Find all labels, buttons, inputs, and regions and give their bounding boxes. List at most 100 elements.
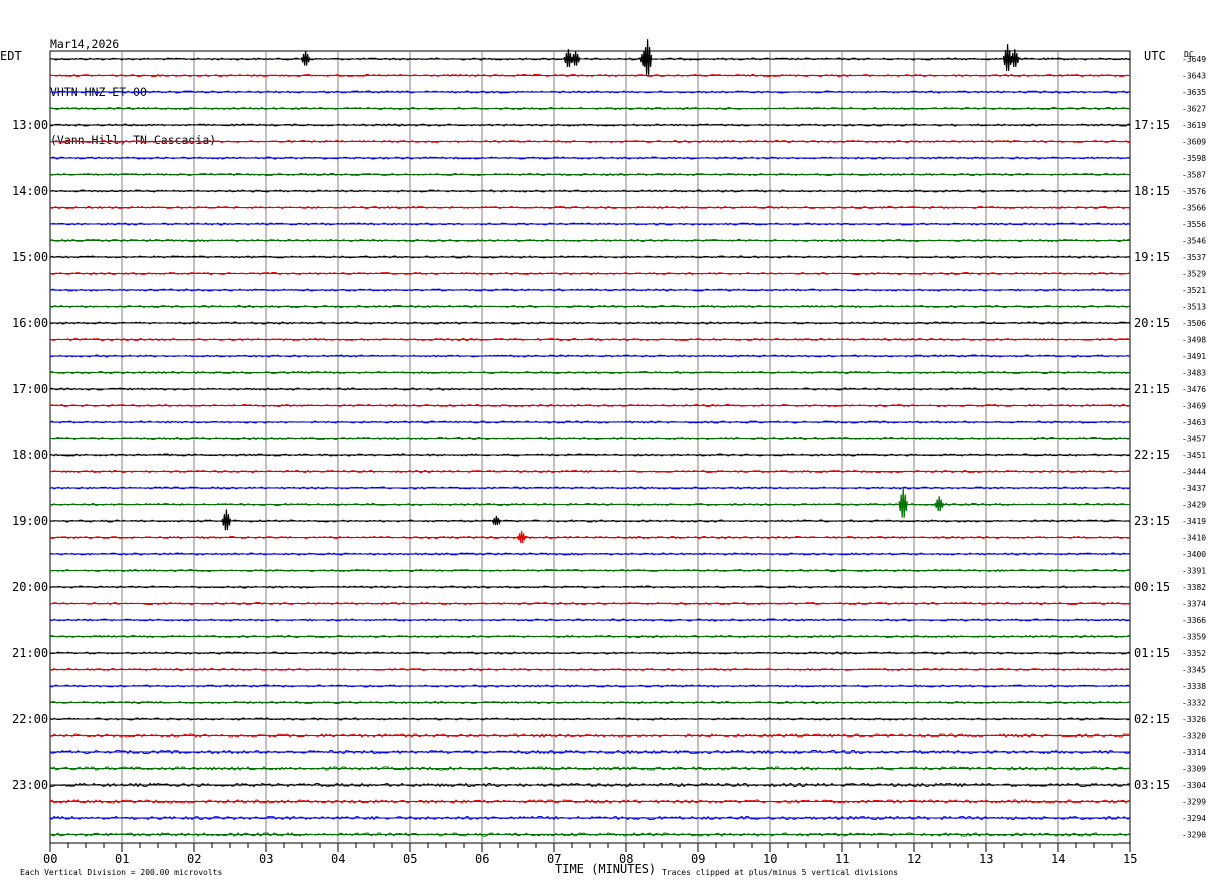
label-layer: 00 01 02 03 04 05 06 07 08 09 10 11 12 13 14 15-3649-36… (12, 55, 1206, 866)
seismic-event (934, 496, 944, 512)
dc-offset-label: -3627 (1182, 105, 1206, 114)
right-hour-label: 19:15 (1134, 250, 1170, 264)
helicorder-plot: 00 01 02 03 04 05 06 07 08 09 10 11 12 13 14 15-3649-36… (0, 39, 1206, 877)
dc-offset-label: -3374 (1182, 600, 1206, 609)
dc-offset-label: -3290 (1182, 831, 1206, 840)
dc-offset-label: -3410 (1182, 534, 1206, 543)
left-hour-label: 16:00 (12, 316, 48, 330)
dc-offset-label: -3546 (1182, 237, 1206, 246)
seismic-event (571, 50, 581, 66)
dc-offset-label: -3463 (1182, 418, 1206, 427)
dc-offset-label: -3483 (1182, 369, 1206, 378)
dc-offset-label: -3391 (1182, 567, 1206, 576)
dc-offset-label: -3498 (1182, 336, 1206, 345)
seismic-event (301, 50, 311, 66)
dc-label: DC (1184, 50, 1194, 59)
plot-frame (49, 50, 1131, 844)
seismic-trace (49, 255, 1131, 259)
dc-offset-label: -3320 (1182, 732, 1206, 741)
right-hour-label: 01:15 (1134, 646, 1170, 660)
seismic-trace (49, 535, 1131, 540)
x-tick-label: 06 (475, 852, 489, 866)
seismic-event (491, 515, 501, 526)
right-hour-label: 18:15 (1134, 184, 1170, 198)
dc-offset-label: -3444 (1182, 468, 1206, 477)
dc-offset-label: -3576 (1182, 187, 1206, 196)
left-hour-label: 20:00 (12, 580, 48, 594)
left-hour-label: 15:00 (12, 250, 48, 264)
dc-offset-label: -3556 (1182, 220, 1206, 229)
dc-offset-label: -3299 (1182, 798, 1206, 807)
dc-offset-label: -3635 (1182, 88, 1206, 97)
left-hour-label: 13:00 (12, 118, 48, 132)
dc-offset-label: -3537 (1182, 253, 1206, 262)
x-axis-title: TIME (MINUTES) (555, 862, 656, 876)
x-tick-label: 13 (979, 852, 993, 866)
seismic-trace (49, 73, 1131, 78)
dc-offset-label: -3529 (1182, 270, 1206, 279)
x-tick-label: 02 (187, 852, 201, 866)
dc-offset-label: -3326 (1182, 715, 1206, 724)
seismic-event (1010, 49, 1020, 67)
right-hour-label: 21:15 (1134, 382, 1170, 396)
scale-note: Each Vertical Division = 200.00 microvol… (20, 868, 222, 877)
dc-offset-label: -3587 (1182, 171, 1206, 180)
x-tick-label: 11 (835, 852, 849, 866)
dc-offset-label: -3352 (1182, 649, 1206, 658)
grid-layer (49, 50, 1131, 852)
dc-offset-label: -3429 (1182, 501, 1206, 510)
dc-offset-label: -3643 (1182, 72, 1206, 81)
dc-offset-label: -3491 (1182, 352, 1206, 361)
right-timezone-label: UTC (1144, 49, 1166, 63)
x-tick-label: 05 (403, 852, 417, 866)
dc-offset-label: -3400 (1182, 550, 1206, 559)
x-tick-label: 15 (1123, 852, 1137, 866)
right-hour-label: 02:15 (1134, 712, 1170, 726)
dc-offset-label: -3609 (1182, 138, 1206, 147)
left-hour-label: 19:00 (12, 514, 48, 528)
dc-offset-label: -3513 (1182, 303, 1206, 312)
dc-offset-label: -3457 (1182, 435, 1206, 444)
dc-offset-label: -3619 (1182, 121, 1206, 130)
left-hour-label: 22:00 (12, 712, 48, 726)
dc-offset-label: -3566 (1182, 204, 1206, 213)
x-tick-label: 12 (907, 852, 921, 866)
dc-offset-label: -3304 (1182, 781, 1206, 790)
right-hour-label: 17:15 (1134, 118, 1170, 132)
right-hour-label: 00:15 (1134, 580, 1170, 594)
dc-offset-label: -3359 (1182, 633, 1206, 642)
seismic-trace (49, 552, 1131, 556)
right-hour-label: 20:15 (1134, 316, 1170, 330)
right-hour-label: 22:15 (1134, 448, 1170, 462)
dc-offset-label: -3314 (1182, 748, 1206, 757)
seismic-event (517, 530, 527, 543)
dc-offset-label: -3366 (1182, 616, 1206, 625)
dc-offset-label: -3469 (1182, 402, 1206, 411)
trace-layer (49, 39, 1131, 837)
left-hour-label: 17:00 (12, 382, 48, 396)
dc-offset-label: -3476 (1182, 385, 1206, 394)
x-tick-label: 10 (763, 852, 777, 866)
dc-offset-label: -3598 (1182, 154, 1206, 163)
seismic-event (643, 39, 653, 75)
left-hour-label: 18:00 (12, 448, 48, 462)
dc-offset-label: -3294 (1182, 814, 1206, 823)
dc-offset-label: -3437 (1182, 484, 1206, 493)
dc-offset-label: -3419 (1182, 517, 1206, 526)
seismic-event (898, 487, 908, 518)
dc-offset-label: -3521 (1182, 286, 1206, 295)
clip-note: Traces clipped at plus/minus 5 vertical … (662, 868, 898, 877)
left-hour-label: 14:00 (12, 184, 48, 198)
dc-offset-label: -3506 (1182, 319, 1206, 328)
dc-offset-label: -3309 (1182, 765, 1206, 774)
dc-offset-label: -3338 (1182, 682, 1206, 691)
dc-offset-label: -3345 (1182, 666, 1206, 675)
x-tick-label: 14 (1051, 852, 1065, 866)
right-hour-label: 23:15 (1134, 514, 1170, 528)
seismic-event (221, 509, 231, 531)
x-tick-label: 04 (331, 852, 345, 866)
dc-offset-label: -3332 (1182, 699, 1206, 708)
right-hour-label: 03:15 (1134, 778, 1170, 792)
x-tick-label: 01 (115, 852, 129, 866)
seismic-trace (49, 651, 1131, 655)
